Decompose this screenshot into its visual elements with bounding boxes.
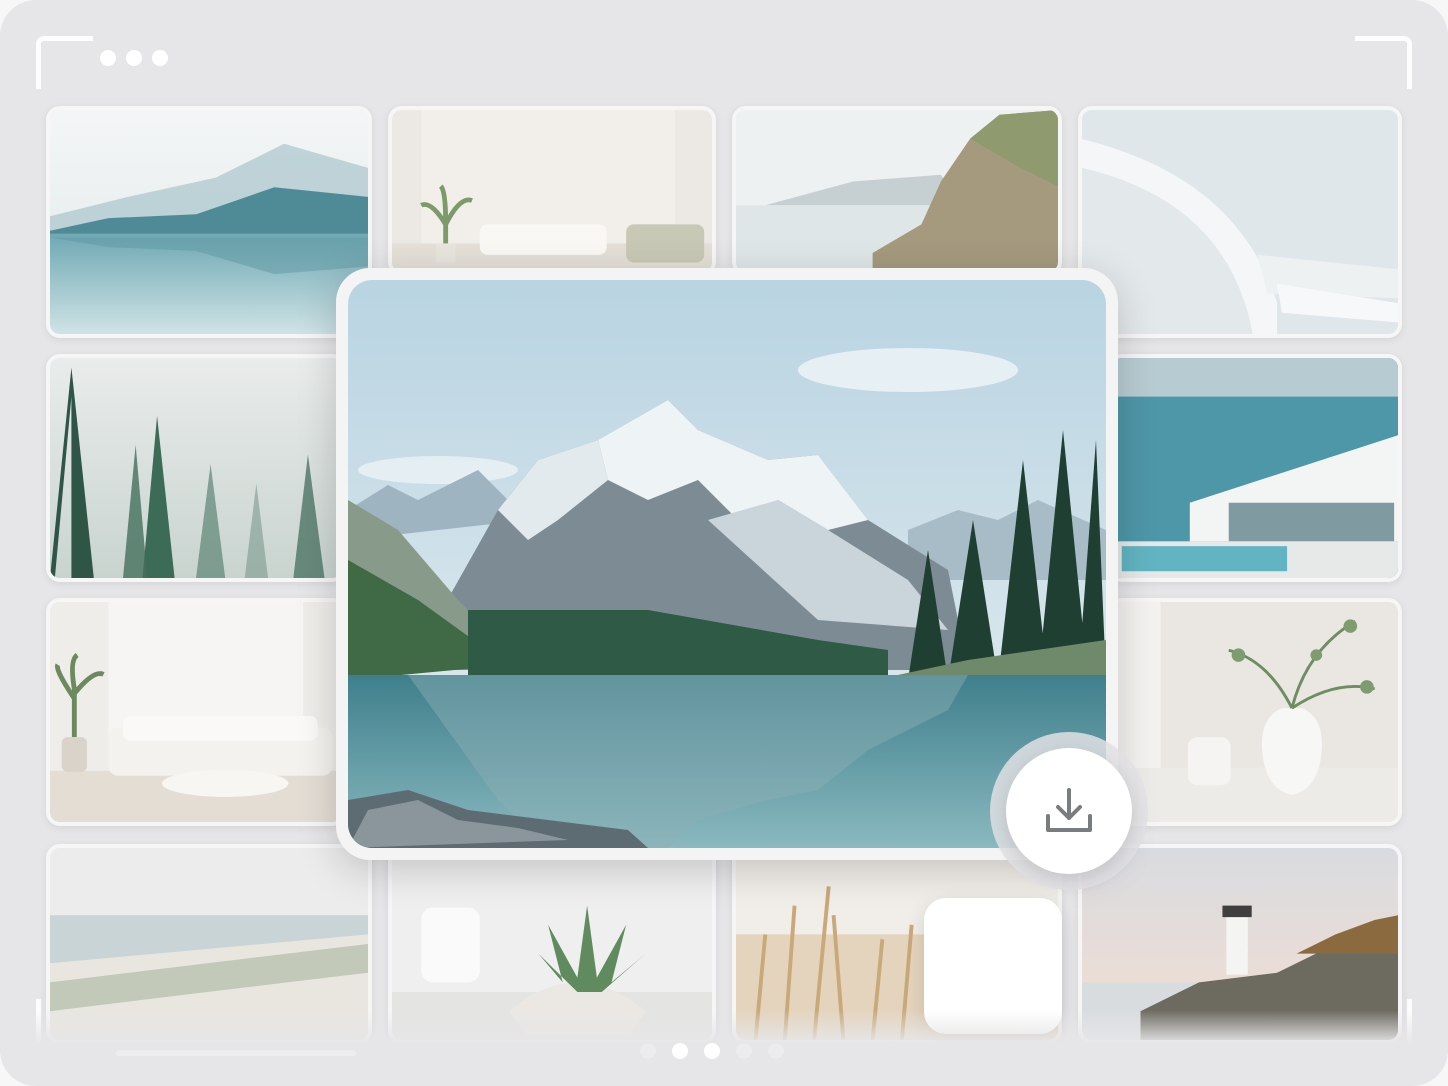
- pagination-dot[interactable]: [768, 1043, 784, 1059]
- pagination-dot[interactable]: [640, 1043, 656, 1059]
- gallery-window: [0, 0, 1448, 1086]
- misty-mountain-lake-image: [50, 110, 368, 334]
- gallery-tile-foggy-forest[interactable]: [46, 354, 346, 582]
- gallery-tile-white-vase[interactable]: [1108, 598, 1402, 826]
- download-button[interactable]: [1006, 748, 1132, 874]
- corner-bracket-top-left: [36, 36, 93, 89]
- gallery-tile-white-living-room[interactable]: [388, 106, 716, 276]
- window-dot[interactable]: [152, 50, 168, 66]
- pagination: [640, 1043, 784, 1059]
- gallery-tile-seaside-villa[interactable]: [1108, 354, 1402, 582]
- download-icon: [1046, 788, 1092, 832]
- pagination-dot-active[interactable]: [672, 1043, 688, 1059]
- white-vase-image: [1112, 602, 1398, 822]
- gallery-tile-misty-mountain-lake[interactable]: [46, 106, 372, 338]
- pagination-dot[interactable]: [736, 1043, 752, 1059]
- corner-bracket-top-right: [1355, 36, 1412, 89]
- coastal-cliff-image: [736, 110, 1058, 272]
- scroll-track[interactable]: [116, 1050, 356, 1056]
- foggy-forest-image: [50, 358, 342, 578]
- featured-mountain-lake-image: [348, 280, 1106, 848]
- featured-image-mountain-lake: [348, 280, 1106, 848]
- seaside-villa-image: [1112, 358, 1398, 578]
- gallery-tile-coastal-cliff[interactable]: [732, 106, 1062, 276]
- window-dot[interactable]: [100, 50, 116, 66]
- gallery-tile-white-architecture[interactable]: [1078, 106, 1402, 338]
- white-architecture-image: [1082, 110, 1398, 334]
- window-dot[interactable]: [126, 50, 142, 66]
- white-living-room-image: [392, 110, 712, 272]
- white-sofa-room-image: [50, 602, 342, 822]
- gallery-tile-white-sofa-room[interactable]: [46, 598, 346, 826]
- window-controls: [100, 50, 168, 66]
- pagination-dot[interactable]: [704, 1043, 720, 1059]
